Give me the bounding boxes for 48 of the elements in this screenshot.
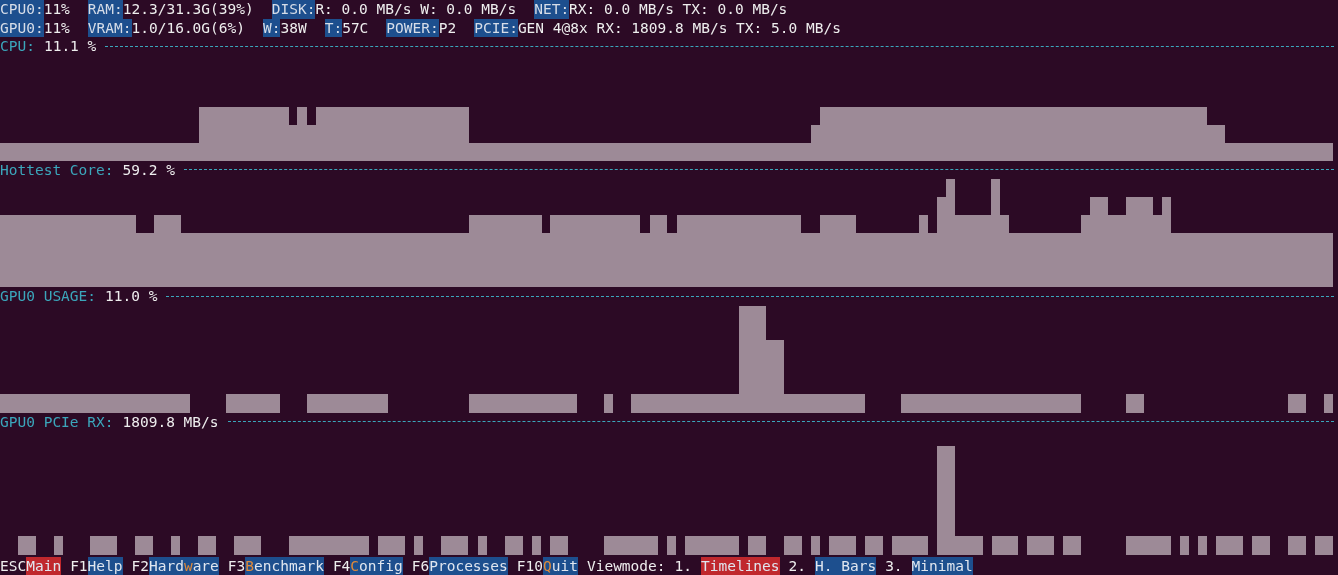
menu-button[interactable]: Hardware xyxy=(149,556,219,575)
stat-label: PCIE: xyxy=(474,18,518,37)
stat-label: RAM: xyxy=(87,0,123,19)
menu-button[interactable]: Main xyxy=(26,556,62,575)
key-hint: 1. xyxy=(674,556,692,575)
menu-button[interactable]: Help xyxy=(87,556,123,575)
key-hint: F6 xyxy=(411,556,430,575)
stat-label: W: xyxy=(263,18,281,37)
stat-label: CPU0: xyxy=(0,0,44,19)
key-hint: 3. xyxy=(885,556,903,575)
key-hint: 2. xyxy=(788,556,807,575)
stat-label: T: xyxy=(324,18,343,37)
viewmode-label: Viewmode: xyxy=(586,556,666,575)
graph-value: 11.1 % xyxy=(43,37,97,56)
key-hint: F3 xyxy=(227,556,246,575)
stat-value: 57C xyxy=(342,18,369,37)
stat-value: 12.3/31.3G(39%) xyxy=(122,0,254,19)
graph-value: 59.2 % xyxy=(122,160,175,179)
graph-title: Hottest Core: xyxy=(0,160,114,179)
graph-value: 11.0 % xyxy=(105,287,158,306)
stat-value: 11% xyxy=(43,0,70,19)
stat-value: 11% xyxy=(43,18,70,37)
stat-label: POWER: xyxy=(386,18,439,37)
menu-button[interactable]: Benchmark xyxy=(245,556,324,575)
menu-button[interactable]: Config xyxy=(350,556,403,575)
viewmode-button[interactable]: Timelines xyxy=(701,556,780,575)
stat-value: 38W xyxy=(280,18,307,37)
stat-value: R: 0.0 MB/s W: 0.0 MB/s xyxy=(315,0,517,19)
key-hint: F2 xyxy=(131,556,149,575)
graph-title: GPU0 USAGE: xyxy=(0,287,97,306)
key-hint: F1 xyxy=(70,556,88,575)
graph-title: CPU: xyxy=(0,37,35,56)
stat-value: GEN 4@8x RX: 1809.8 MB/s TX: 5.0 MB/s xyxy=(517,18,841,37)
key-hint: F4 xyxy=(332,556,351,575)
stat-value: RX: 0.0 MB/s TX: 0.0 MB/s xyxy=(569,0,788,19)
stat-value: 1.0/16.0G(6%) xyxy=(131,18,245,37)
graph-title: GPU0 PCIe RX: xyxy=(0,412,114,431)
stat-label: NET: xyxy=(534,0,570,19)
viewmode-button[interactable]: H. Bars xyxy=(815,556,877,575)
stat-value: P2 xyxy=(438,18,457,37)
graph-value: 1809.8 MB/s xyxy=(122,412,219,431)
menu-button[interactable]: Processes xyxy=(429,556,508,575)
menu-button[interactable]: Quit xyxy=(543,556,578,575)
key-hint: F10 xyxy=(516,556,543,575)
stat-label: DISK: xyxy=(271,0,316,19)
key-hint: ESC xyxy=(0,556,27,575)
stat-label: VRAM: xyxy=(87,18,132,37)
viewmode-button[interactable]: Minimal xyxy=(911,556,973,575)
